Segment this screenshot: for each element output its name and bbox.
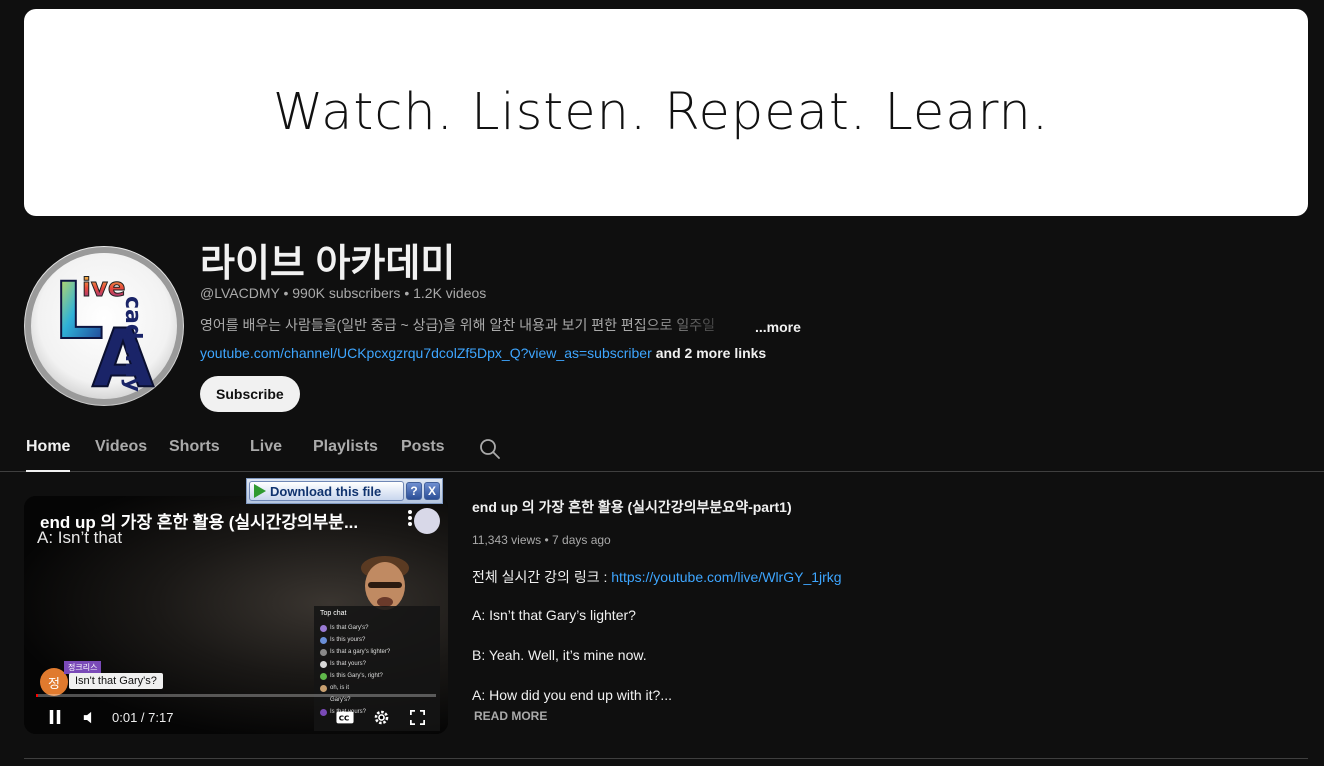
closed-captions-icon: CC (336, 711, 354, 723)
live-stream-link[interactable]: https://youtube.com/live/WlrGY_1jrkg (611, 569, 841, 585)
video-player[interactable]: end up 의 가장 흔한 활용 (실시간강의부분... A: Isn’t t… (24, 496, 448, 734)
settings-button[interactable] (370, 705, 392, 729)
channel-stats: • 990K subscribers • 1.2K videos (283, 285, 487, 301)
volume-icon (83, 711, 91, 723)
time-display: 0:01 / 7:17 (112, 710, 174, 725)
caption-bubble: Isn't that Gary's? (69, 673, 163, 689)
live-academy-logo-icon: L A ive cademy (25, 247, 183, 406)
chat-message: Is that Gary's? (320, 622, 434, 634)
banner-text: Watch. Listen. Repeat. Learn. (272, 83, 1050, 142)
chat-header: Top chat (320, 610, 347, 617)
channel-links: youtube.com/channel/UCKpcxgzrqu7dcolZf5D… (200, 345, 766, 361)
channel-watermark-icon (414, 508, 440, 534)
tab-videos[interactable]: Videos (95, 438, 147, 456)
channel-meta: @LVACDMY • 990K subscribers • 1.2K video… (200, 285, 486, 301)
channel-title: 라이브 아카데미 (200, 243, 456, 285)
svg-text:CC: CC (339, 713, 350, 722)
channel-banner: Watch. Listen. Repeat. Learn. (24, 9, 1308, 216)
video-description-line: 전체 실시간 강의 링크 : https://youtube.com/live/… (472, 567, 842, 587)
video-description-line: A: Isn’t that Gary’s lighter? (472, 607, 636, 623)
video-meta: 11,343 views • 7 days ago (472, 533, 611, 547)
progress-bar[interactable] (36, 694, 436, 697)
video-title[interactable]: end up 의 가장 흔한 활용 (실시간강의부분요약-part1) (472, 497, 792, 517)
chat-message: Is that a gary's lighter? (320, 646, 434, 658)
volume-button[interactable] (78, 705, 100, 729)
pause-icon (49, 710, 61, 724)
channel-description[interactable]: 영어를 배우는 사람들을(일반 중급 ~ 상급)을 위해 알찬 내용과 보기 편… (200, 315, 801, 335)
read-more-button[interactable]: READ MORE (474, 709, 547, 723)
chat-message: oh, is it (320, 682, 434, 694)
tab-posts[interactable]: Posts (401, 438, 445, 456)
captions-button[interactable]: CC (334, 705, 356, 729)
video-description-line: A: How did you end up with it?... (472, 687, 672, 703)
search-icon[interactable] (478, 437, 502, 461)
chat-message: Is this Gary's, right? (320, 670, 434, 682)
tab-home[interactable]: Home (26, 438, 71, 472)
svg-text:cademy: cademy (120, 296, 145, 392)
video-description-line: B: Yeah. Well, it’s mine now. (472, 647, 647, 663)
play-arrow-icon (254, 484, 266, 498)
fullscreen-icon (409, 709, 425, 725)
fullscreen-button[interactable] (406, 705, 428, 729)
help-button[interactable]: ? (406, 482, 422, 500)
section-divider (24, 758, 1308, 759)
download-file-button[interactable]: Download this file (249, 481, 404, 501)
chat-message: Is that yours? (320, 658, 434, 670)
more-links-link[interactable]: and 2 more links (656, 345, 766, 361)
download-toolbar: Download this file ? X (246, 478, 443, 504)
subscribe-button[interactable]: Subscribe (200, 376, 300, 412)
channel-link[interactable]: youtube.com/channel/UCKpcxgzrqu7dcolZf5D… (200, 345, 652, 361)
channel-avatar[interactable]: L A ive cademy (24, 246, 184, 406)
svg-text:ive: ive (82, 273, 126, 303)
pause-button[interactable] (44, 705, 66, 729)
tab-live[interactable]: Live (250, 438, 282, 456)
progress-fill (36, 694, 39, 697)
more-options-icon[interactable] (406, 508, 414, 528)
download-label: Download this file (270, 483, 382, 499)
gear-icon (374, 710, 388, 724)
description-more-link[interactable]: ...more (755, 319, 801, 335)
channel-tabs: Home Videos Shorts Live Playlists Posts (0, 428, 1324, 472)
channel-handle: @LVACDMY (200, 285, 280, 301)
channel-description-text: 영어를 배우는 사람들을(일반 중급 ~ 상급)을 위해 알찬 내용과 보기 편… (200, 317, 715, 333)
tab-playlists[interactable]: Playlists (313, 438, 378, 456)
description-prefix: 전체 실시간 강의 링크 : (472, 569, 612, 585)
tab-shorts[interactable]: Shorts (169, 438, 220, 456)
player-subtitle: A: Isn’t that (37, 528, 123, 547)
chat-message: Is this yours? (320, 634, 434, 646)
close-button[interactable]: X (424, 482, 440, 500)
